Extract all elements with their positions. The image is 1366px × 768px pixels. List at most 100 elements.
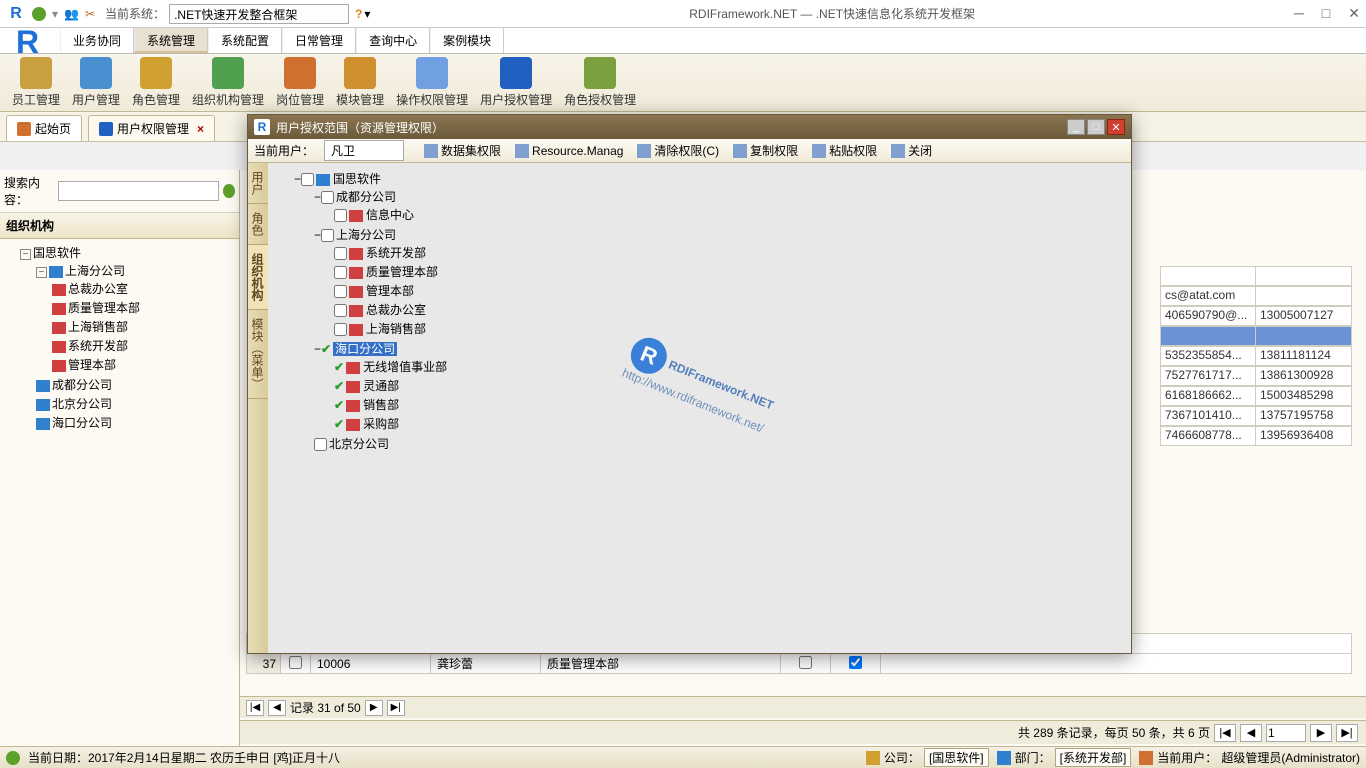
help-icon[interactable]: ? (355, 7, 362, 21)
tree-node[interactable]: 海口分公司 (36, 413, 235, 432)
table-row[interactable]: 6168186662...15003485298 (1160, 386, 1352, 406)
row-checkbox[interactable] (799, 656, 812, 669)
checked-icon[interactable]: ✔ (334, 398, 344, 412)
tree-checkbox[interactable] (321, 229, 334, 242)
tree-checkbox[interactable] (334, 323, 347, 336)
expand-icon[interactable]: − (36, 267, 47, 278)
table-row[interactable] (1160, 266, 1352, 286)
dialog-maximize[interactable]: □ (1087, 119, 1105, 135)
users-icon[interactable]: 👥 (64, 7, 79, 21)
pager-last[interactable]: ▶| (1336, 724, 1358, 742)
current-system-select[interactable]: .NET快速开发整合框架 (169, 4, 349, 24)
vertical-tab[interactable]: 用户 (248, 163, 268, 204)
tree-node[interactable]: 管理本部 (334, 281, 1125, 300)
expand-icon[interactable]: − (314, 342, 321, 356)
expand-icon[interactable]: − (314, 190, 321, 204)
tree-node[interactable]: −成都分公司信息中心 (314, 187, 1125, 225)
tree-node[interactable]: 北京分公司 (36, 394, 235, 413)
search-go-icon[interactable] (223, 184, 235, 198)
toolbar-button[interactable]: 角色管理 (126, 55, 186, 110)
tree-node[interactable]: 信息中心 (334, 205, 1125, 224)
tree-node[interactable]: ✔灵通部 (334, 376, 1125, 395)
menu-item[interactable]: 系统配置 (208, 28, 282, 53)
pager-prev[interactable]: ◀ (1240, 724, 1262, 742)
nav-prev[interactable]: ◀ (268, 700, 286, 716)
tree-checkbox[interactable] (334, 285, 347, 298)
tree-node[interactable]: 上海销售部 (334, 319, 1125, 338)
close-button[interactable]: ✕ (1348, 5, 1360, 22)
tree-node[interactable]: 系统开发部 (52, 336, 235, 355)
tree-checkbox[interactable] (314, 438, 327, 451)
tree-checkbox[interactable] (334, 266, 347, 279)
doc-tab[interactable]: 用户权限管理× (88, 115, 215, 141)
expand-icon[interactable]: − (294, 172, 301, 186)
tree-node[interactable]: −国思软件−成都分公司信息中心−上海分公司系统开发部质量管理本部管理本部总裁办公… (294, 169, 1125, 454)
dialog-toolbar-button[interactable]: 清除权限(C) (633, 140, 723, 161)
dialog-toolbar-button[interactable]: 复制权限 (729, 140, 802, 161)
tree-node[interactable]: 系统开发部 (334, 243, 1125, 262)
row-checkbox[interactable] (849, 656, 862, 669)
toolbar-button[interactable]: 操作权限管理 (390, 55, 474, 110)
row-checkbox[interactable] (289, 656, 302, 669)
vertical-tab[interactable]: 角色 (248, 204, 268, 245)
status-dot-icon[interactable] (32, 7, 46, 21)
menu-item[interactable]: 查询中心 (356, 28, 430, 53)
toolbar-button[interactable]: 组织机构管理 (186, 55, 270, 110)
dialog-toolbar-button[interactable]: 关闭 (887, 140, 936, 161)
checked-icon[interactable]: ✔ (334, 360, 344, 374)
tree-checkbox[interactable] (334, 209, 347, 222)
menu-item[interactable]: 日常管理 (282, 28, 356, 53)
expand-icon[interactable]: − (20, 249, 31, 260)
tree-node[interactable]: 成都分公司 (36, 375, 235, 394)
tree-checkbox[interactable] (334, 247, 347, 260)
toolbar-button[interactable]: 模块管理 (330, 55, 390, 110)
nav-first[interactable]: |◀ (246, 700, 264, 716)
maximize-button[interactable]: □ (1322, 5, 1330, 22)
tools-icon[interactable]: ✂ (85, 7, 95, 21)
table-row[interactable]: 7367101410...13757195758 (1160, 406, 1352, 426)
dialog-toolbar-button[interactable]: Resource.Manag (511, 140, 627, 161)
toolbar-button[interactable]: 角色授权管理 (558, 55, 642, 110)
tree-node[interactable]: 总裁办公室 (52, 279, 235, 298)
tree-node[interactable]: −✔海口分公司✔无线增值事业部✔灵通部✔销售部✔采购部 (314, 339, 1125, 434)
dialog-toolbar-button[interactable]: 数据集权限 (420, 140, 505, 161)
menu-item[interactable]: 案例模块 (430, 28, 504, 53)
toolbar-button[interactable]: 员工管理 (6, 55, 66, 110)
current-user-value[interactable]: 凡卫 (324, 140, 404, 161)
doc-tab[interactable]: 起始页 (6, 115, 82, 141)
expand-icon[interactable]: − (314, 228, 321, 242)
table-row[interactable]: 5352355854...13811181124 (1160, 346, 1352, 366)
tree-node[interactable]: 质量管理本部 (52, 298, 235, 317)
dialog-close[interactable]: ✕ (1107, 119, 1125, 135)
table-row[interactable]: 7466608778...13956936408 (1160, 426, 1352, 446)
toolbar-button[interactable]: 岗位管理 (270, 55, 330, 110)
tree-node[interactable]: −上海分公司系统开发部质量管理本部管理本部总裁办公室上海销售部 (314, 225, 1125, 339)
tree-node[interactable]: 管理本部 (52, 355, 235, 374)
pager-first[interactable]: |◀ (1214, 724, 1236, 742)
checked-icon[interactable]: ✔ (334, 379, 344, 393)
toolbar-button[interactable]: 用户授权管理 (474, 55, 558, 110)
tree-node[interactable]: ✔无线增值事业部 (334, 357, 1125, 376)
tree-node[interactable]: ✔采购部 (334, 414, 1125, 433)
vertical-tab[interactable]: 组织机构 (248, 245, 268, 310)
tree-node[interactable]: 北京分公司 (314, 434, 1125, 453)
tree-node[interactable]: ✔销售部 (334, 395, 1125, 414)
menu-item[interactable]: 系统管理 (134, 28, 208, 53)
table-row[interactable] (1160, 326, 1352, 346)
tree-node[interactable]: 上海销售部 (52, 317, 235, 336)
nav-next[interactable]: ▶ (365, 700, 383, 716)
search-input[interactable] (58, 181, 219, 201)
vertical-tab[interactable]: 模块（菜单） (248, 310, 268, 399)
nav-last[interactable]: ▶| (387, 700, 405, 716)
table-row[interactable]: 7527761717...13861300928 (1160, 366, 1352, 386)
tree-node[interactable]: −国思软件−上海分公司总裁办公室质量管理本部上海销售部系统开发部管理本部成都分公… (20, 243, 235, 433)
toolbar-button[interactable]: 用户管理 (66, 55, 126, 110)
tree-node[interactable]: −上海分公司总裁办公室质量管理本部上海销售部系统开发部管理本部 (36, 261, 235, 375)
tree-node[interactable]: 质量管理本部 (334, 262, 1125, 281)
minimize-button[interactable]: ─ (1294, 5, 1304, 22)
tree-checkbox[interactable] (321, 191, 334, 204)
tree-checkbox[interactable] (334, 304, 347, 317)
checked-icon[interactable]: ✔ (334, 417, 344, 431)
menu-item[interactable]: 业务协同 (60, 28, 134, 53)
tree-checkbox[interactable] (301, 173, 314, 186)
